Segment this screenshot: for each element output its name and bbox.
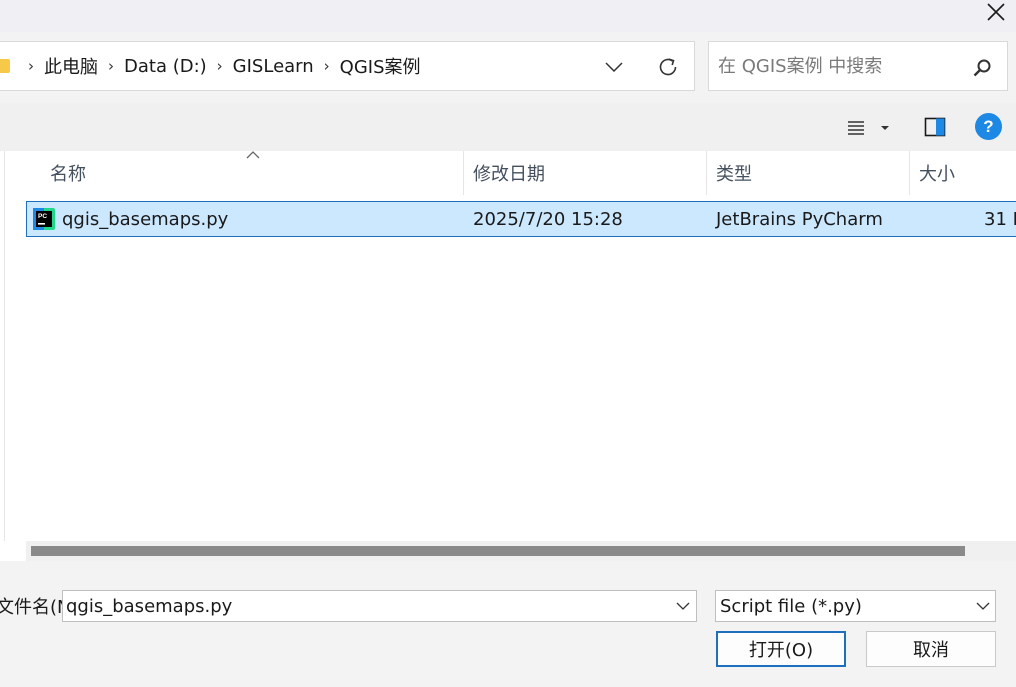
file-size: 31 KB	[984, 208, 1016, 230]
pycharm-file-icon: PC	[33, 208, 55, 230]
view-options-button[interactable]	[846, 115, 896, 141]
breadcrumb-separator[interactable]: ›	[324, 57, 330, 75]
column-divider[interactable]	[706, 151, 707, 195]
title-bar	[0, 0, 1016, 32]
breadcrumb-separator[interactable]: ›	[217, 57, 223, 75]
file-name: qgis_basemaps.py	[62, 208, 229, 230]
preview-pane-icon	[924, 117, 946, 137]
filetype-value: Script file (*.py)	[720, 595, 862, 617]
pane-divider	[4, 151, 5, 541]
address-history-button[interactable]	[600, 55, 628, 79]
breadcrumb-item-this-pc[interactable]: 此电脑	[44, 53, 98, 79]
column-divider[interactable]	[463, 151, 464, 195]
file-type: JetBrains PyCharm	[716, 208, 883, 230]
column-header-name[interactable]: 名称	[50, 151, 86, 195]
column-divider[interactable]	[909, 151, 910, 195]
breadcrumb-separator[interactable]: ›	[28, 57, 34, 75]
search-input[interactable]	[718, 52, 968, 80]
refresh-icon	[659, 58, 677, 76]
search-icon	[973, 59, 991, 77]
help-icon: ?	[983, 116, 994, 136]
filetype-select[interactable]: Script file (*.py)	[715, 590, 996, 622]
open-button[interactable]: 打开(O)	[716, 631, 846, 667]
filename-input[interactable]	[66, 592, 656, 620]
close-icon	[987, 3, 1005, 21]
close-button[interactable]	[976, 0, 1016, 24]
breadcrumb: › 此电脑 › Data (D:) › GISLearn › QGIS案例	[0, 41, 421, 91]
column-header-type[interactable]: 类型	[716, 151, 752, 195]
chevron-down-icon	[976, 602, 990, 610]
filename-dropdown-button[interactable]	[672, 594, 694, 618]
breadcrumb-item-data-drive[interactable]: Data (D:)	[124, 56, 207, 77]
filetype-dropdown-button[interactable]	[972, 594, 994, 618]
svg-text:PC: PC	[38, 213, 47, 220]
breadcrumb-item-qgis-cases[interactable]: QGIS案例	[340, 53, 421, 79]
breadcrumb-separator[interactable]: ›	[108, 57, 114, 75]
column-header-modified[interactable]: 修改日期	[473, 151, 545, 195]
list-view-icon	[848, 121, 864, 135]
file-modified: 2025/7/20 15:28	[473, 208, 623, 230]
folder-icon	[0, 59, 10, 73]
preview-pane-button[interactable]	[922, 113, 948, 141]
cancel-button[interactable]: 取消	[866, 631, 996, 667]
column-header-size[interactable]: 大小	[919, 151, 955, 195]
chevron-down-icon	[605, 62, 623, 72]
breadcrumb-item-gislearn[interactable]: GISLearn	[233, 56, 314, 77]
help-button[interactable]: ?	[975, 113, 1002, 140]
refresh-button[interactable]	[654, 53, 682, 81]
sort-ascending-icon	[246, 151, 260, 159]
caret-down-icon	[881, 126, 889, 130]
scrollbar-thumb[interactable]	[31, 546, 965, 556]
search-button[interactable]	[970, 56, 994, 80]
chevron-down-icon	[676, 602, 690, 610]
